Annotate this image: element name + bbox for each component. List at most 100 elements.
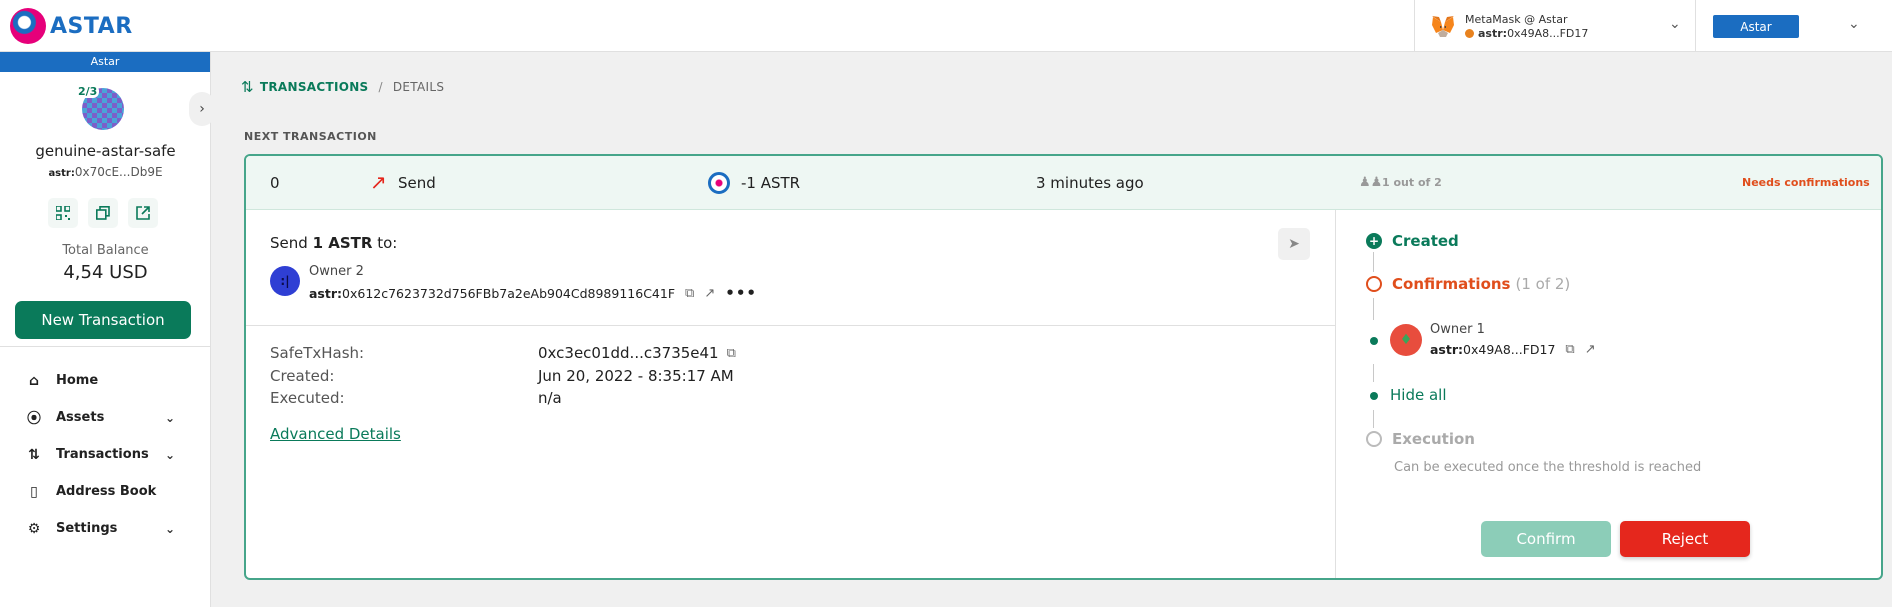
external-link-icon[interactable]: ↗ — [704, 286, 715, 301]
share-button[interactable]: ➤ — [1278, 228, 1310, 260]
recipient-address: astr:0x612c7623732d756FBb7a2eAb904Cd8989… — [309, 284, 757, 302]
timeline-connector — [1373, 410, 1374, 428]
breadcrumb-transactions[interactable]: TRANSACTIONS — [260, 80, 369, 94]
tx-amount: -1 ASTR — [741, 174, 801, 192]
executed-value: n/a — [538, 389, 562, 407]
owner-addr-value: 0x49A8...FD17 — [1463, 342, 1556, 357]
wallet-identicon-icon — [1465, 29, 1474, 38]
created-label: Created: — [270, 367, 335, 385]
top-header: ASTAR MetaMask @ Astar astr: 0x49A8...FD1… — [0, 0, 1892, 52]
qr-code-button[interactable] — [48, 198, 78, 228]
new-transaction-button[interactable]: New Transaction — [15, 301, 191, 339]
sidebar-item-label: Address Book — [56, 484, 157, 499]
open-explorer-button[interactable] — [128, 198, 158, 228]
details-divider — [246, 325, 1335, 326]
copy-icon[interactable]: ⧉ — [727, 346, 736, 361]
breadcrumb-details: DETAILS — [392, 80, 445, 94]
transactions-icon: ⇅ — [241, 78, 254, 96]
recipient-addr-value: 0x612c7623732d756FBb7a2eAb904Cd8989116C4… — [342, 285, 676, 301]
send-arrow-icon: ↗ — [370, 170, 387, 194]
chevron-down-icon: ⌄ — [164, 410, 175, 425]
external-link-icon — [136, 206, 150, 220]
sidebar-item-address-book[interactable]: ▯ Address Book — [0, 473, 211, 510]
safe-addr-value: 0x70cE...Db9E — [74, 165, 163, 179]
tx-type: Send — [398, 174, 436, 192]
network-selector[interactable]: Astar — [1713, 15, 1799, 38]
transactions-icon: ⇅ — [28, 446, 40, 463]
timeline-dot — [1370, 392, 1378, 400]
metamask-fox-icon — [1432, 16, 1454, 37]
sidebar-toggle-button[interactable]: › — [189, 92, 215, 126]
circle-icon — [1366, 431, 1382, 447]
recipient-name: Owner 2 — [309, 264, 364, 279]
owner-addr-text: astr:0x49A8...FD17 — [1430, 342, 1555, 357]
total-balance-value: 4,54 USD — [63, 262, 148, 283]
breadcrumb: ⇅ TRANSACTIONS / DETAILS — [241, 78, 444, 96]
confirm-button[interactable]: Confirm — [1481, 521, 1611, 557]
astar-logo-icon — [10, 8, 46, 44]
recipient-addr-prefix: astr: — [309, 285, 343, 301]
advanced-details-link[interactable]: Advanced Details — [270, 425, 401, 443]
external-link-icon[interactable]: ↗ — [1585, 342, 1596, 357]
hide-all-button[interactable]: Hide all — [1390, 386, 1447, 404]
owner-addr-prefix: astr: — [1430, 342, 1464, 357]
wallet-addr-prefix: astr: — [1478, 27, 1508, 40]
sidebar-divider — [0, 346, 211, 347]
copy-icon[interactable]: ⧉ — [1565, 342, 1574, 357]
timeline-connector — [1373, 252, 1374, 272]
send-amount: 1 ASTR — [312, 234, 373, 252]
safe-name: genuine-astar-safe — [35, 142, 176, 160]
executed-label: Executed: — [270, 389, 345, 407]
timeline-connector — [1373, 298, 1374, 320]
sidebar-item-label: Assets — [56, 410, 105, 425]
sidebar-item-home[interactable]: ⌂ Home — [0, 362, 211, 399]
copy-address-button[interactable] — [88, 198, 118, 228]
sidebar-item-label: Home — [56, 373, 99, 388]
owner-name: Owner 1 — [1430, 322, 1485, 337]
copy-icon — [96, 206, 110, 220]
step-confirmations-label: Confirmations — [1392, 275, 1511, 293]
transaction-card: 0 ↗ Send -1 ASTR 3 minutes ago ♟♟ 1 out … — [244, 154, 1883, 580]
safe-addr-prefix: astr: — [48, 168, 75, 179]
quick-actions — [48, 198, 158, 228]
share-icon: ➤ — [1288, 236, 1300, 252]
timeline-connector — [1373, 364, 1374, 382]
timeline-dot — [1370, 337, 1378, 345]
owners-icon: ♟♟ — [1359, 175, 1383, 190]
status-badge: Needs confirmations — [1742, 176, 1870, 189]
send-suffix: to: — [377, 234, 398, 252]
confirmation-timeline: + Created Confirmations (1 of 2) ♦ Owner… — [1337, 210, 1881, 578]
threshold-badge: 2/3 — [76, 85, 100, 98]
chevron-down-icon[interactable]: ⌄ — [1848, 16, 1860, 32]
confirmations-count: (1 of 2) — [1515, 275, 1571, 293]
chevron-right-icon: › — [199, 101, 205, 117]
qr-code-icon — [56, 206, 70, 220]
step-created-label: Created — [1392, 232, 1459, 250]
network-label: Astar — [0, 52, 210, 72]
breadcrumb-separator: / — [378, 80, 383, 94]
sidebar-item-label: Settings — [56, 521, 118, 536]
sidebar: Astar 2/3 › genuine-astar-safe astr:0x70… — [0, 52, 215, 607]
chevron-down-icon[interactable]: ⌄ — [1669, 16, 1681, 32]
reject-button[interactable]: Reject — [1620, 521, 1750, 557]
circle-icon — [1366, 276, 1382, 292]
transaction-summary-row[interactable]: 0 ↗ Send -1 ASTR 3 minutes ago ♟♟ 1 out … — [246, 156, 1881, 210]
section-label: NEXT TRANSACTION — [244, 130, 377, 143]
owner-address: astr:0x49A8...FD17 ⧉ ↗ — [1430, 342, 1596, 357]
step-created: + Created — [1366, 232, 1459, 250]
safe-address: astr:0x70cE...Db9E — [0, 165, 211, 179]
tx-time: 3 minutes ago — [1036, 174, 1144, 192]
safetxhash-label: SafeTxHash: — [270, 344, 365, 362]
sidebar-item-transactions[interactable]: ⇅ Transactions ⌄ — [0, 436, 211, 473]
logo-text: ASTAR — [50, 13, 133, 39]
more-options-icon[interactable]: ••• — [725, 284, 757, 302]
copy-icon[interactable]: ⧉ — [685, 286, 694, 301]
sidebar-item-assets[interactable]: ⦿ Assets ⌄ — [0, 399, 211, 436]
step-execution-label: Execution — [1392, 430, 1475, 448]
wallet-widget[interactable]: MetaMask @ Astar astr: 0x49A8...FD17 ⌄ — [1414, 0, 1696, 52]
sidebar-item-settings[interactable]: ⚙ Settings ⌄ — [0, 510, 211, 547]
send-summary: Send 1 ASTR to: — [270, 234, 397, 252]
astar-logo[interactable]: ASTAR — [10, 8, 133, 44]
home-icon: ⌂ — [28, 372, 40, 389]
settings-icon: ⚙ — [27, 520, 41, 537]
